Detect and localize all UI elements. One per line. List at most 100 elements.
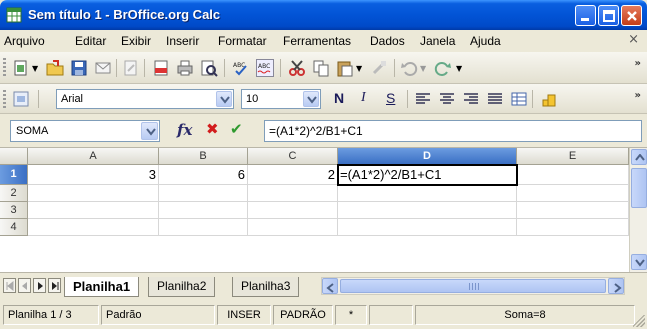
email-icon[interactable]	[94, 59, 112, 77]
menu-formatar[interactable]: Formatar	[218, 34, 267, 48]
scroll-up-button[interactable]	[631, 149, 647, 165]
font-name-dropdown-button[interactable]	[216, 91, 232, 107]
row-header-2[interactable]: 2	[0, 185, 28, 202]
font-size-dropdown-button[interactable]	[303, 91, 319, 107]
paste-icon[interactable]	[336, 59, 354, 77]
menu-dados[interactable]: Dados	[370, 34, 405, 48]
cell-b4[interactable]	[159, 219, 248, 236]
cell-e3[interactable]	[517, 202, 629, 219]
column-header-c[interactable]: C	[248, 148, 338, 165]
horizontal-scroll-thumb[interactable]	[340, 279, 606, 293]
justify-icon[interactable]	[486, 90, 504, 108]
toolbar-overflow-chevron[interactable]: »	[635, 90, 641, 101]
cell-a3[interactable]	[28, 202, 159, 219]
menu-ferramentas[interactable]: Ferramentas	[283, 34, 351, 48]
vertical-scroll-thumb[interactable]	[631, 168, 647, 208]
toolbar-overflow-chevron[interactable]: »	[635, 58, 641, 69]
maximize-button[interactable]	[598, 5, 619, 26]
cell-d4[interactable]	[338, 219, 517, 236]
print-icon[interactable]	[176, 59, 194, 77]
cell-a4[interactable]	[28, 219, 159, 236]
styles-icon[interactable]	[12, 90, 30, 108]
cell-c3[interactable]	[248, 202, 338, 219]
resize-grip[interactable]	[633, 315, 645, 327]
column-header-a[interactable]: A	[28, 148, 159, 165]
menu-inserir[interactable]: Inserir	[166, 34, 199, 48]
cell-c4[interactable]	[248, 219, 338, 236]
spellcheck-icon[interactable]: ABC	[232, 59, 250, 77]
align-left-icon[interactable]	[414, 90, 432, 108]
menu-editar[interactable]: Editar	[75, 34, 106, 48]
save-icon[interactable]	[70, 59, 88, 77]
cell-e2[interactable]	[517, 185, 629, 202]
previous-sheet-button[interactable]	[18, 278, 31, 293]
sheet-tab-planilha1[interactable]: Planilha1	[64, 277, 140, 297]
new-document-icon[interactable]	[12, 59, 30, 77]
paste-dropdown-arrow[interactable]: ▼	[356, 64, 362, 73]
menu-janela[interactable]: Janela	[420, 34, 455, 48]
sheet-tab-planilha3[interactable]: Planilha3	[232, 277, 300, 297]
cancel-formula-button[interactable]: ✖	[206, 120, 219, 138]
status-insert-mode[interactable]: INSER	[217, 305, 271, 325]
copy-icon[interactable]	[312, 59, 330, 77]
scroll-down-button[interactable]	[631, 254, 647, 270]
formula-input[interactable]: =(A1*2)^2/B1+C1	[264, 120, 642, 142]
underline-button[interactable]: S	[386, 90, 395, 106]
status-selection-mode[interactable]: PADRÃO	[273, 305, 333, 325]
font-size-combo[interactable]: 10	[241, 89, 321, 109]
align-center-icon[interactable]	[438, 90, 456, 108]
last-sheet-button[interactable]	[48, 278, 61, 293]
minimize-button[interactable]	[575, 5, 596, 26]
accept-formula-button[interactable]: ✔	[230, 120, 243, 138]
font-name-combo[interactable]: Arial	[56, 89, 234, 109]
name-box[interactable]: SOMA	[10, 120, 160, 142]
column-header-e[interactable]: E	[517, 148, 629, 165]
menu-exibir[interactable]: Exibir	[121, 34, 151, 48]
row-header-4[interactable]: 4	[0, 219, 28, 236]
new-dropdown-arrow[interactable]: ▼	[32, 64, 38, 73]
sheet-tab-planilha2[interactable]: Planilha2	[148, 277, 216, 297]
cell-e4[interactable]	[517, 219, 629, 236]
status-page-style[interactable]: Padrão	[101, 305, 215, 325]
horizontal-scrollbar[interactable]	[321, 277, 625, 295]
cell-b2[interactable]	[159, 185, 248, 202]
scroll-right-button[interactable]	[608, 278, 624, 294]
autospellcheck-icon[interactable]: ABC	[256, 59, 274, 77]
edit-file-icon[interactable]	[122, 59, 140, 77]
cell-c1[interactable]: 2	[248, 165, 338, 185]
scroll-left-button[interactable]	[322, 278, 338, 294]
redo-dropdown-arrow[interactable]: ▼	[456, 64, 462, 73]
status-signature[interactable]	[369, 305, 413, 325]
format-paintbrush-icon[interactable]	[370, 59, 388, 77]
undo-icon[interactable]	[400, 59, 418, 77]
close-window-button[interactable]	[621, 5, 642, 26]
menu-ajuda[interactable]: Ajuda	[470, 34, 501, 48]
bold-button[interactable]: N	[334, 90, 344, 106]
cell-d1[interactable]: =(A1*2)^2/B1+C1	[337, 164, 518, 186]
toolbar-grip[interactable]	[3, 90, 6, 110]
cut-icon[interactable]	[288, 59, 306, 77]
cell-e1[interactable]	[517, 165, 629, 185]
vertical-scrollbar[interactable]	[629, 148, 647, 272]
undo-dropdown-arrow[interactable]: ▼	[420, 64, 426, 73]
cell-c2[interactable]	[248, 185, 338, 202]
export-pdf-icon[interactable]	[152, 59, 170, 77]
row-header-1[interactable]: 1	[0, 165, 28, 185]
cell-b1[interactable]: 6	[159, 165, 248, 185]
redo-icon[interactable]	[434, 59, 452, 77]
cell-a1[interactable]: 3	[28, 165, 159, 185]
merge-cells-icon[interactable]	[510, 90, 528, 108]
page-preview-icon[interactable]	[200, 59, 218, 77]
select-all-corner[interactable]	[0, 148, 28, 165]
function-wizard-button[interactable]: fx	[177, 121, 192, 139]
title-bar[interactable]: Sem título 1 - BrOffice.org Calc	[0, 0, 647, 30]
cell-b3[interactable]	[159, 202, 248, 219]
close-document-button[interactable]: ×	[628, 32, 639, 47]
next-sheet-button[interactable]	[33, 278, 46, 293]
currency-format-icon[interactable]	[540, 90, 558, 108]
name-box-dropdown-button[interactable]	[141, 122, 158, 140]
cell-a2[interactable]	[28, 185, 159, 202]
column-header-b[interactable]: B	[159, 148, 248, 165]
cell-d3[interactable]	[338, 202, 517, 219]
toolbar-grip[interactable]	[3, 58, 6, 78]
